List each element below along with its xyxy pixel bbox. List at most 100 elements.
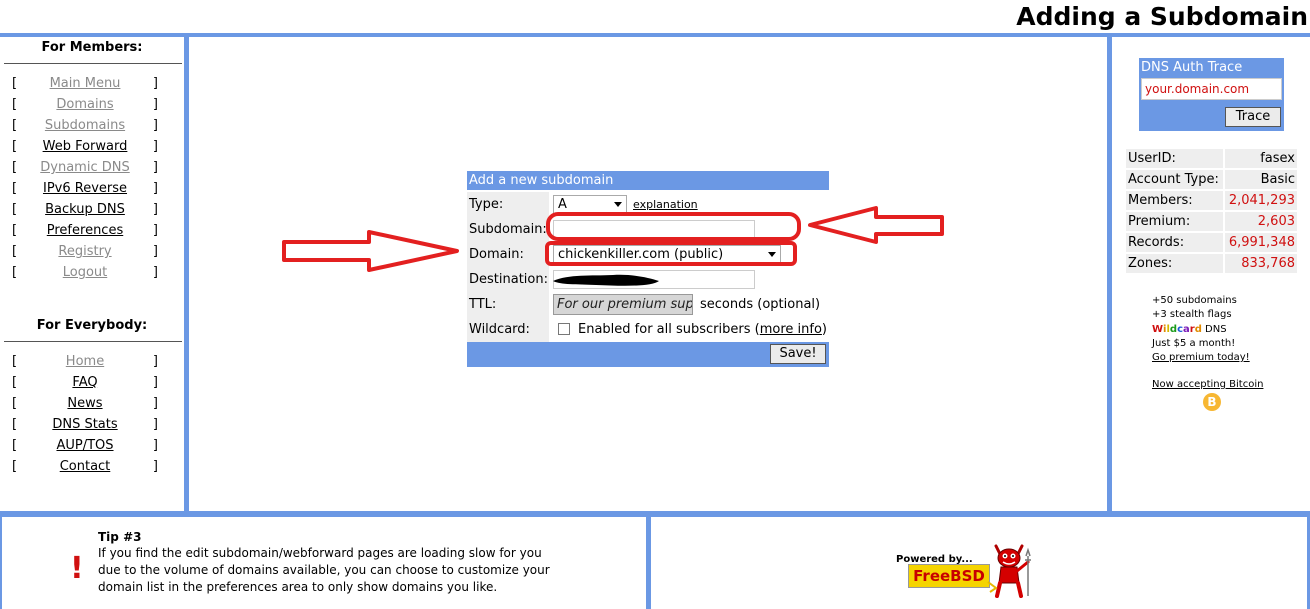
top-frame-bar <box>0 33 1310 37</box>
stat-value: 2,041,293 <box>1225 191 1297 210</box>
stat-value: fasex <box>1225 149 1297 168</box>
stat-label: Premium: <box>1126 212 1224 231</box>
tip-body: If you find the edit subdomain/webforwar… <box>98 546 550 594</box>
home-link[interactable]: Home <box>22 351 148 372</box>
explanation-link[interactable]: explanation <box>633 198 698 211</box>
add-subdomain-form: Add a new subdomain Type: A explanation … <box>467 171 829 367</box>
stat-label: Account Type: <box>1126 170 1224 189</box>
form-header: Add a new subdomain <box>467 171 829 190</box>
registry-link[interactable]: Registry <box>22 241 148 262</box>
nav-item-logout: [Logout] <box>12 262 158 283</box>
contact-link[interactable]: Contact <box>22 456 148 477</box>
exclamation-icon: ! <box>70 551 84 586</box>
stat-label: Records: <box>1126 233 1224 252</box>
trace-button[interactable]: Trace <box>1225 107 1281 127</box>
promo-line: Just $5 a month! <box>1152 337 1236 349</box>
bitcoin-link[interactable]: Now accepting Bitcoin <box>1152 379 1263 390</box>
freebsd-logo[interactable]: FreeBSD <box>908 564 990 588</box>
arrow-left-icon <box>808 206 944 244</box>
redaction-scribble <box>553 274 659 286</box>
wildcard-label: Wildcard: <box>467 317 549 342</box>
nav-item-faq: [FAQ] <box>12 372 158 393</box>
more-info-link[interactable]: more info <box>760 322 822 337</box>
promo-line: +50 subdomains <box>1152 295 1237 306</box>
promo-wildcard-line: Wildcard DNS <box>1152 323 1227 335</box>
dynamic-dns-link[interactable]: Dynamic DNS <box>22 157 148 178</box>
aup-tos-link[interactable]: AUP/TOS <box>22 435 148 456</box>
main-menu-link[interactable]: Main Menu <box>22 73 148 94</box>
dropdown-caret-icon <box>614 202 622 207</box>
wildcard-rainbow-word: Wildcard <box>1152 323 1202 335</box>
domain-highlight-annotation <box>545 241 797 266</box>
nav-item-web-forward: [Web Forward] <box>12 136 158 157</box>
dns-trace-title: DNS Auth Trace <box>1141 60 1243 75</box>
go-premium-link[interactable]: Go premium today! <box>1152 352 1250 363</box>
subdomain-label: Subdomain: <box>467 217 549 242</box>
stats-row-userid: UserID: fasex <box>1126 149 1297 168</box>
bottom-left-edge <box>0 517 2 609</box>
premium-promo: +50 subdomains +3 stealth flags Wildcard… <box>1152 294 1302 365</box>
members-heading: For Members: <box>41 40 143 55</box>
nav-item-dns-stats: [DNS Stats] <box>12 414 158 435</box>
news-link[interactable]: News <box>22 393 148 414</box>
right-column-divider <box>1107 37 1112 511</box>
ipv6-reverse-link[interactable]: IPv6 Reverse <box>22 178 148 199</box>
logout-link[interactable]: Logout <box>22 262 148 283</box>
type-select-value: A <box>558 197 567 212</box>
nav-item-domains: [Domains] <box>12 94 158 115</box>
nav-item-home: [Home] <box>12 351 158 372</box>
members-divider <box>4 63 182 64</box>
destination-row: Destination: <box>467 267 829 292</box>
type-label: Type: <box>467 192 549 217</box>
faq-link[interactable]: FAQ <box>22 372 148 393</box>
stat-value: 833,768 <box>1225 254 1297 273</box>
tip-title: Tip #3 <box>98 530 142 544</box>
nav-item-aup-tos: [AUP/TOS] <box>12 435 158 456</box>
arrow-right-icon <box>282 230 459 272</box>
ttl-suffix: seconds (optional) <box>700 297 821 312</box>
stat-label: Members: <box>1126 191 1224 210</box>
ttl-row: TTL: For our premium supporters seconds … <box>467 292 829 317</box>
stats-row-zones: Zones: 833,768 <box>1126 254 1297 273</box>
preferences-link[interactable]: Preferences <box>22 220 148 241</box>
stats-row-records: Records: 6,991,348 <box>1126 233 1297 252</box>
bottom-column-divider <box>646 517 651 609</box>
trace-domain-input[interactable]: your.domain.com <box>1141 78 1282 100</box>
backup-dns-link[interactable]: Backup DNS <box>22 199 148 220</box>
subdomains-link[interactable]: Subdomains <box>22 115 148 136</box>
stats-row-account-type: Account Type: Basic <box>1126 170 1297 189</box>
nav-item-ipv6-reverse: [IPv6 Reverse] <box>12 178 158 199</box>
stats-row-members: Members: 2,041,293 <box>1126 191 1297 210</box>
dns-stats-link[interactable]: DNS Stats <box>22 414 148 435</box>
nav-item-main-menu: [Main Menu] <box>12 73 158 94</box>
subdomain-highlight-annotation <box>546 212 801 241</box>
domains-link[interactable]: Domains <box>22 94 148 115</box>
nav-item-registry: [Registry] <box>12 241 158 262</box>
everybody-heading: For Everybody: <box>36 318 148 333</box>
nav-item-news: [News] <box>12 393 158 414</box>
nav-item-backup-dns: [Backup DNS] <box>12 199 158 220</box>
everybody-divider <box>4 341 182 342</box>
nav-item-preferences: [Preferences] <box>12 220 158 241</box>
web-forward-link[interactable]: Web Forward <box>22 136 148 157</box>
stat-value: 6,991,348 <box>1225 233 1297 252</box>
domain-label: Domain: <box>467 242 549 267</box>
account-stats-table: UserID: fasex Account Type: Basic Members:… <box>1124 147 1299 275</box>
page-title: Adding a Subdomain <box>1016 2 1308 31</box>
dns-auth-trace-panel: DNS Auth Trace your.domain.com Trace <box>1139 58 1284 131</box>
destination-label: Destination: <box>467 267 549 292</box>
nav-item-dynamic-dns: [Dynamic DNS] <box>12 157 158 178</box>
wildcard-checkbox[interactable] <box>558 323 570 335</box>
ttl-input[interactable]: For our premium supporters <box>553 294 693 315</box>
nav-item-contact: [Contact] <box>12 456 158 477</box>
stat-value: Basic <box>1225 170 1297 189</box>
save-button[interactable]: Save! <box>770 344 826 364</box>
bitcoin-icon[interactable]: B <box>1203 393 1221 411</box>
promo-line: +3 stealth flags <box>1152 309 1232 321</box>
freebsd-daemon-icon <box>987 544 1031 598</box>
bottom-frame-bar <box>0 511 1310 517</box>
stat-label: Zones: <box>1126 254 1224 273</box>
stat-value: 2,603 <box>1225 212 1297 231</box>
wildcard-description: Enabled for all subscribers (more info) <box>578 322 827 337</box>
form-footer: Save! <box>467 342 829 367</box>
